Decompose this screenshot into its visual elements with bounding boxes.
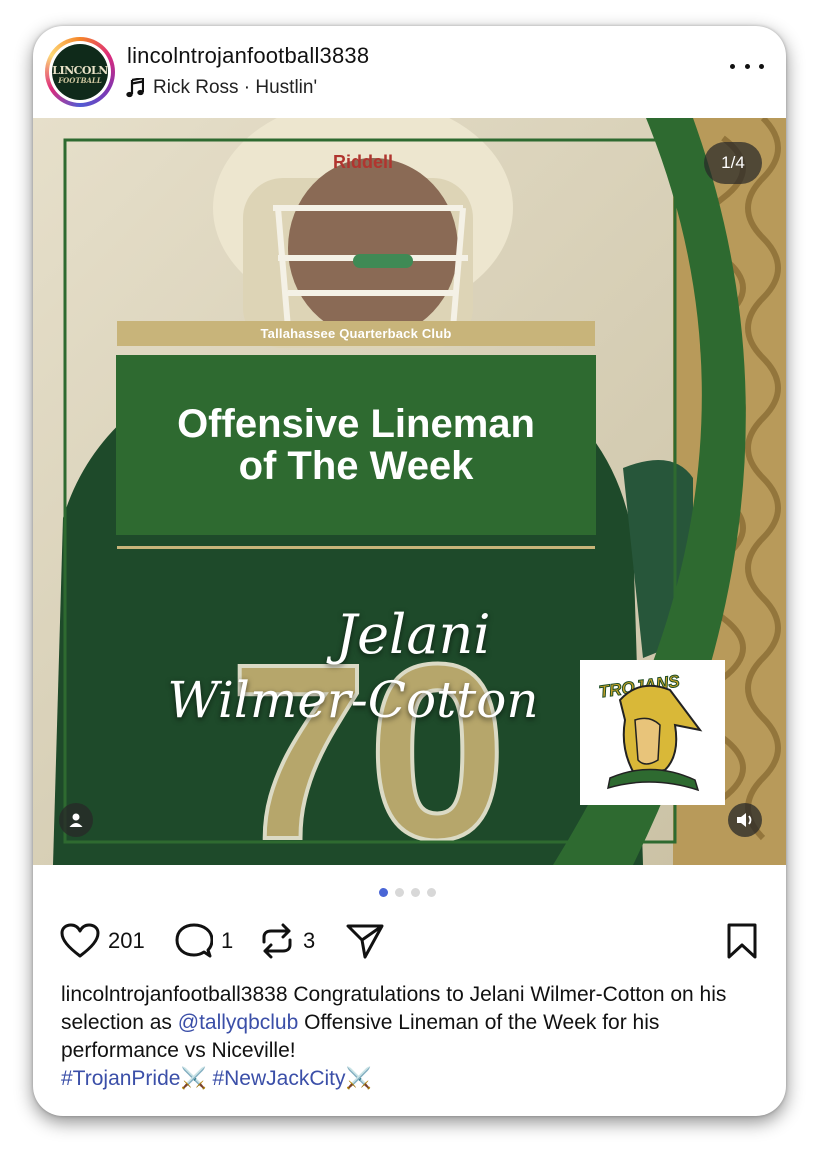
swords-emoji: ⚔️ [345, 1067, 372, 1090]
share-button[interactable] [345, 916, 385, 966]
music-info[interactable]: Rick Ross · Hustlin' [126, 76, 317, 100]
caption-mention[interactable]: @tallyqbclub [178, 1011, 299, 1034]
team-logo: LINCOLN FOOTBALL [52, 44, 108, 100]
repost-icon [262, 923, 292, 959]
hashtag-link[interactable]: #TrojanPride [61, 1067, 180, 1090]
hashtag-link[interactable]: #NewJackCity [212, 1067, 345, 1090]
post-username[interactable]: lincolntrojanfootball3838 [127, 43, 369, 69]
bookmark-icon [727, 923, 757, 959]
club-banner: Tallahassee Quarterback Club [117, 321, 595, 346]
award-title: Offensive Lineman of The Week [116, 355, 596, 535]
carousel-dot[interactable] [395, 888, 404, 897]
player-first-name: Jelani [335, 603, 491, 666]
caption-username[interactable]: lincolntrojanfootball3838 [61, 983, 288, 1006]
repost-button[interactable]: 3 [259, 916, 315, 966]
carousel-dot[interactable] [411, 888, 420, 897]
carousel-counter: 1/4 [704, 142, 762, 184]
heart-icon [60, 923, 100, 958]
svg-text:Riddell: Riddell [333, 152, 393, 172]
music-label: Rick Ross · Hustlin' [153, 77, 318, 98]
trojans-logo: TROJANS [580, 660, 725, 805]
repost-count: 3 [303, 928, 316, 953]
music-note-icon [126, 78, 144, 98]
comment-bubble-icon [175, 923, 213, 958]
save-button[interactable] [726, 916, 758, 966]
speaker-icon[interactable] [728, 803, 762, 837]
post-card: LINCOLN FOOTBALL lincolntrojanfootball38… [33, 26, 786, 1116]
like-count: 201 [108, 928, 145, 953]
comment-button[interactable]: 1 [175, 916, 233, 966]
post-caption: lincolntrojanfootball3838 Congratulation… [61, 981, 761, 1093]
more-dots-icon[interactable] [730, 56, 764, 76]
avatar[interactable]: LINCOLN FOOTBALL [45, 37, 115, 107]
post-image[interactable]: Riddell 70 1/4 Tallahassee Quarterback C… [33, 118, 786, 865]
person-icon[interactable] [59, 803, 93, 837]
gold-divider [117, 546, 595, 549]
carousel-dot[interactable] [427, 888, 436, 897]
carousel-dots [379, 888, 436, 897]
action-bar: 201 1 3 [33, 916, 786, 966]
like-button[interactable]: 201 [60, 916, 145, 966]
swords-emoji: ⚔️ [180, 1067, 207, 1090]
player-last-name: Wilmer-Cotton [167, 671, 539, 729]
send-icon [346, 924, 384, 959]
carousel-dot-active[interactable] [379, 888, 388, 897]
comment-count: 1 [221, 928, 234, 953]
